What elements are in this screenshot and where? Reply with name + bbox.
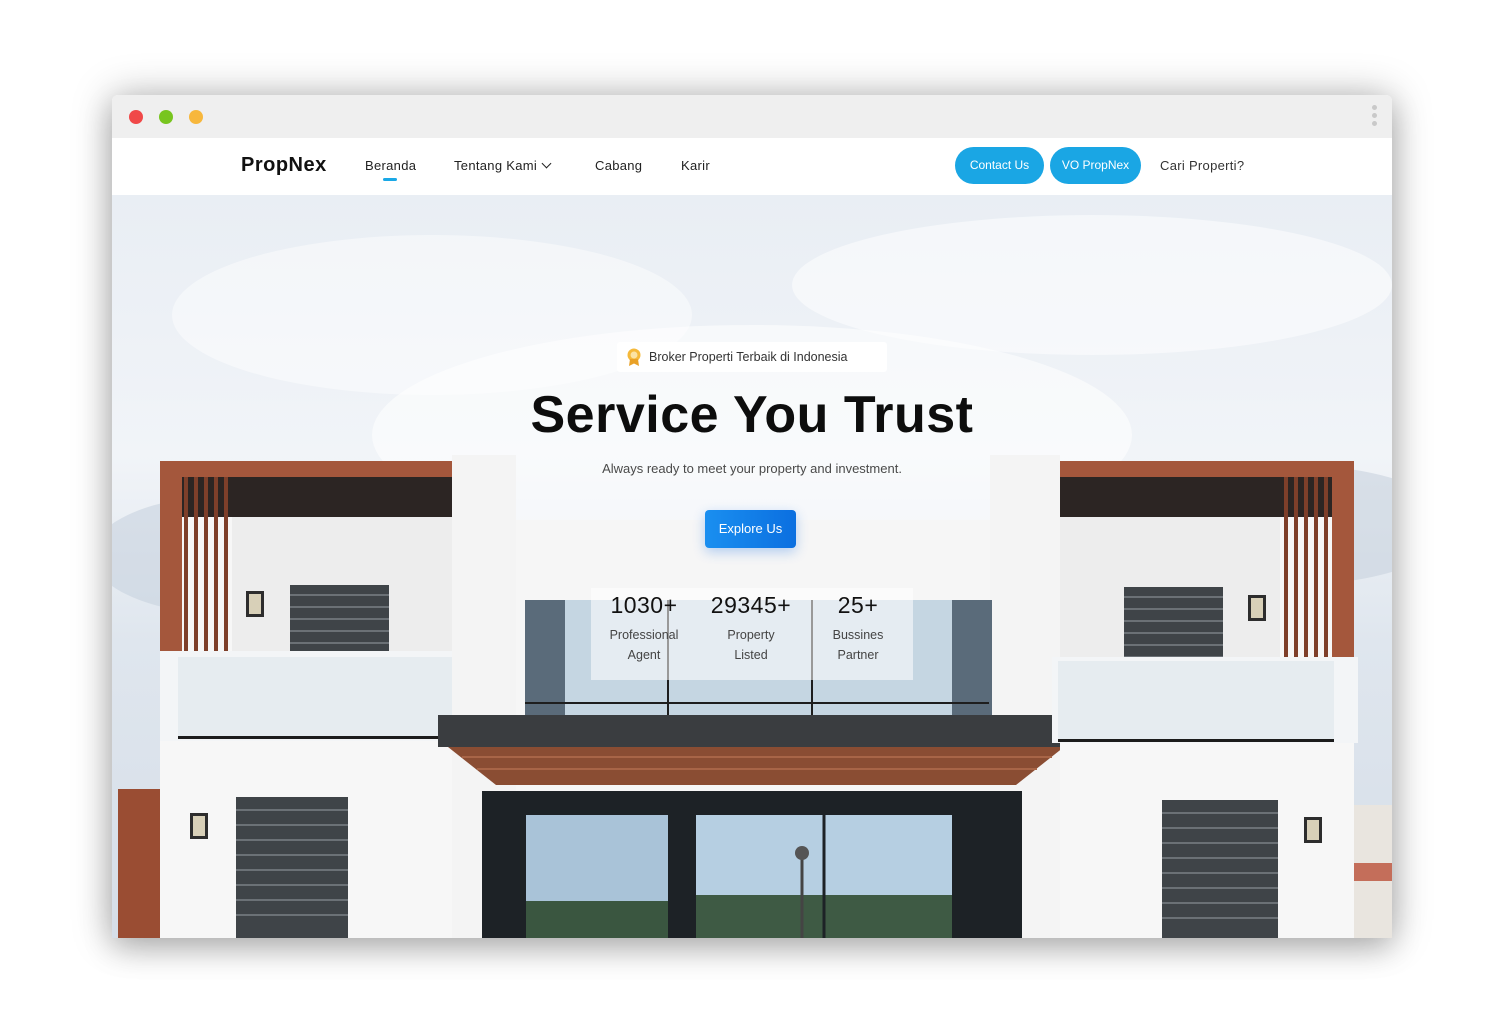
hero-badge: Broker Properti Terbaik di Indonesia <box>617 342 887 372</box>
browser-titlebar <box>112 95 1392 138</box>
stat-value: 29345+ <box>710 592 792 618</box>
stats-panel: 1030+ Professional Agent 29345+ Property… <box>591 588 913 680</box>
site-navbar: PropNex Beranda Tentang Kami Cabang Kari… <box>112 138 1392 195</box>
nav-item-karir[interactable]: Karir <box>681 158 710 173</box>
award-icon <box>627 348 641 366</box>
stat-properties: 29345+ Property Listed <box>699 592 803 665</box>
stat-agents: 1030+ Professional Agent <box>592 592 696 665</box>
stat-label: Property Listed <box>727 628 775 662</box>
kebab-icon[interactable] <box>1370 105 1378 129</box>
close-window-button[interactable] <box>129 110 143 124</box>
site-logo[interactable]: PropNex <box>241 154 327 177</box>
hero-badge-text: Broker Properti Terbaik di Indonesia <box>649 350 848 364</box>
vo-propnex-button[interactable]: VO PropNex <box>1050 147 1141 184</box>
stat-value: 25+ <box>837 592 879 618</box>
stat-partners: 25+ Bussines Partner <box>806 592 910 665</box>
nav-item-label: Tentang Kami <box>454 158 538 173</box>
contact-us-button[interactable]: Contact Us <box>955 147 1044 184</box>
explore-us-button[interactable]: Explore Us <box>705 510 796 548</box>
nav-item-tentang-kami[interactable]: Tentang Kami <box>454 158 552 173</box>
nav-item-beranda[interactable]: Beranda <box>365 158 416 181</box>
maximize-window-button[interactable] <box>189 110 203 124</box>
cari-properti-link[interactable]: Cari Properti? <box>1160 158 1244 173</box>
hero-subtitle: Always ready to meet your property and i… <box>602 461 902 476</box>
hero-house-illustration <box>112 215 1392 938</box>
nav-item-cabang[interactable]: Cabang <box>595 158 642 173</box>
stat-label: Bussines Partner <box>832 628 884 662</box>
browser-window: PropNex Beranda Tentang Kami Cabang Kari… <box>112 95 1392 938</box>
hero-section: Broker Properti Terbaik di Indonesia Ser… <box>112 195 1392 938</box>
stat-value: 1030+ <box>610 592 678 618</box>
hero-title: Service You Trust <box>530 386 974 444</box>
minimize-window-button[interactable] <box>159 110 173 124</box>
chevron-down-icon <box>541 158 552 169</box>
stat-label: Professional Agent <box>609 628 679 662</box>
